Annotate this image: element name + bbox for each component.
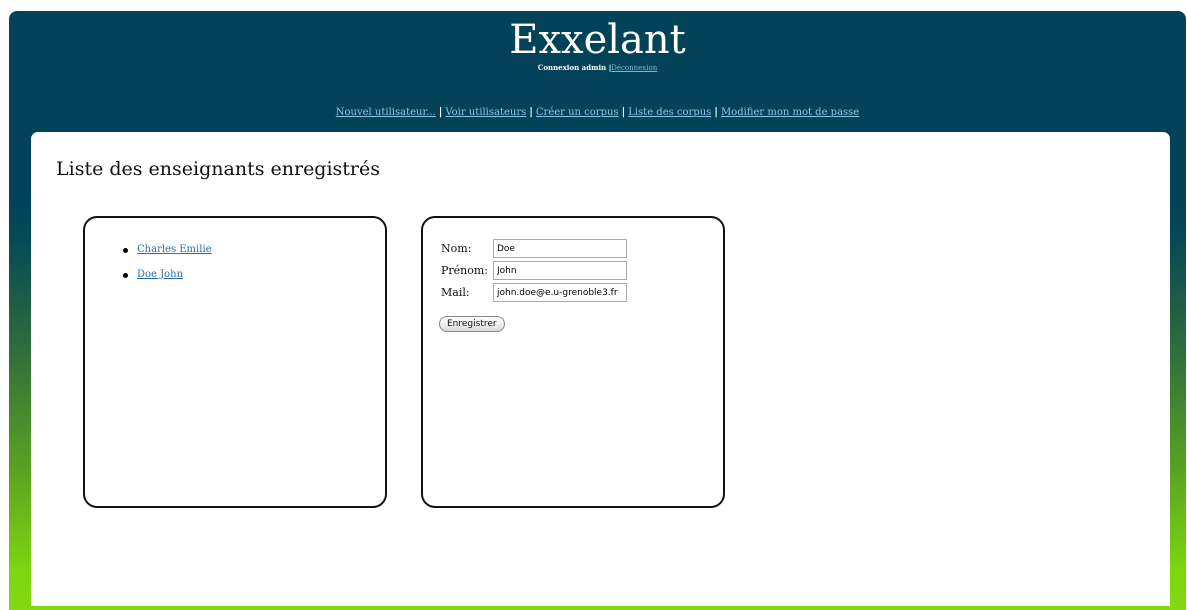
prenom-row: Prénom: <box>441 261 627 280</box>
mail-label: Mail: <box>441 286 470 299</box>
teacher-list-panel: Charles Emilie Doe John <box>83 216 387 508</box>
session-status: Connexion admin <box>537 63 607 72</box>
nav-new-user[interactable]: Nouvel utilisateur... <box>336 107 436 118</box>
list-item: Doe John <box>123 269 212 280</box>
session-bar: Connexion admin |Déconnexion <box>9 63 1186 72</box>
nav-separator: | <box>621 107 626 118</box>
mail-field[interactable] <box>493 283 627 302</box>
list-item: Charles Emilie <box>123 244 212 255</box>
teacher-list: Charles Emilie Doe John <box>123 244 212 294</box>
nav-separator: | <box>714 107 718 118</box>
teacher-link[interactable]: Doe John <box>137 269 183 280</box>
nav-separator: | <box>438 107 443 118</box>
nom-row: Nom: <box>441 239 627 258</box>
prenom-field[interactable] <box>493 261 627 280</box>
teacher-link[interactable]: Charles Emilie <box>137 244 212 255</box>
save-button[interactable]: Enregistrer <box>439 316 505 332</box>
nav-change-password[interactable]: Modifier mon mot de passe <box>721 107 859 118</box>
prenom-label: Prénom: <box>441 264 489 277</box>
site-title: Exxelant <box>509 17 686 63</box>
nav-create-corpus[interactable]: Créer un corpus <box>536 107 619 118</box>
nav-separator: | <box>529 107 533 118</box>
page-title: Liste des enseignants enregistrés <box>56 158 381 180</box>
nom-label: Nom: <box>441 242 472 255</box>
logout-link[interactable]: Déconnexion <box>611 64 657 72</box>
teacher-edit-panel: Nom: Prénom: Mail: Enregistrer <box>421 216 725 508</box>
main-nav: Nouvel utilisateur... | Voir utilisateurs |… <box>9 107 1186 118</box>
nav-view-users[interactable]: Voir utilisateurs <box>445 107 526 118</box>
nom-field[interactable] <box>493 239 627 258</box>
mail-row: Mail: <box>441 283 627 302</box>
content-area: Liste des enseignants enregistrés Charle… <box>31 132 1170 606</box>
nav-corpus-list[interactable]: Liste des corpus <box>628 107 711 118</box>
